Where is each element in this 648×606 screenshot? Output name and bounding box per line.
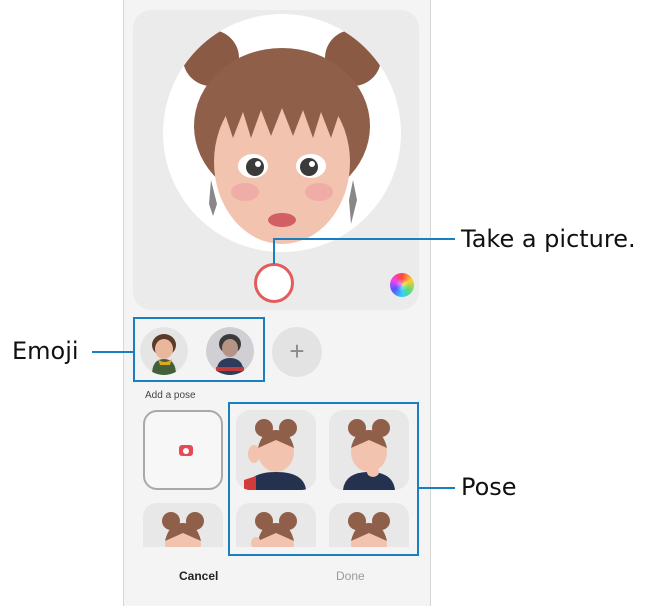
- section-label-add-pose: Add a pose: [145, 390, 196, 401]
- callout-line-pose: [419, 487, 455, 489]
- callout-label-pose: Pose: [461, 473, 517, 501]
- avatar-preview-image: [163, 14, 401, 252]
- shutter-button-icon[interactable]: [254, 263, 294, 303]
- camera-icon: [179, 445, 193, 456]
- add-emoji-button[interactable]: +: [272, 327, 322, 377]
- callout-line-take-picture-vertical: [273, 238, 275, 264]
- callout-label-emoji: Emoji: [12, 337, 79, 365]
- pose-thumbnail-3[interactable]: [143, 503, 223, 547]
- callout-box-emoji: [133, 317, 265, 382]
- cancel-button[interactable]: Cancel: [179, 569, 218, 583]
- plus-icon: +: [289, 336, 305, 366]
- callout-line-take-picture: [273, 238, 455, 240]
- callout-line-emoji: [92, 351, 133, 353]
- done-button[interactable]: Done: [336, 569, 365, 583]
- add-pose-camera-button[interactable]: [143, 410, 223, 490]
- color-palette-icon[interactable]: [390, 273, 414, 297]
- callout-label-take-picture: Take a picture.: [461, 225, 636, 253]
- callout-box-pose: [228, 402, 419, 556]
